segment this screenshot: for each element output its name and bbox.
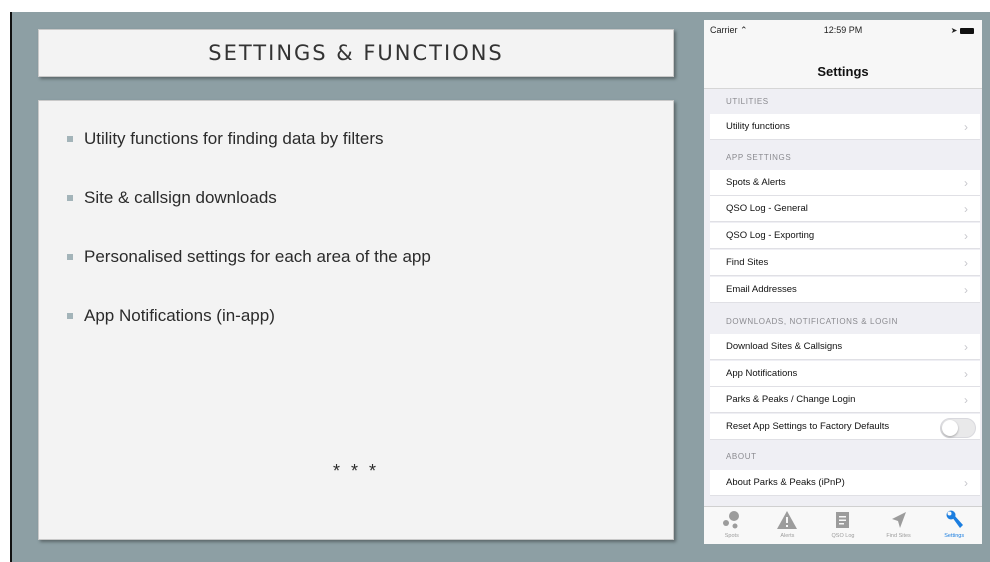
section-header-app-settings: APP SETTINGS (726, 153, 792, 162)
alert-triangle-icon (760, 510, 816, 530)
section-header-about: ABOUT (726, 452, 757, 461)
tab-bar: Spots Alerts QSO Log Find Sites Settings (704, 506, 982, 544)
settings-row-utility-functions[interactable]: Utility functions › (710, 114, 980, 140)
chevron-right-icon: › (964, 119, 968, 134)
bullet-text: Site & callsign downloads (84, 188, 277, 207)
battery-icon: ➤ (951, 25, 974, 35)
tab-find-sites[interactable]: Find Sites (871, 507, 927, 544)
nav-title: Settings (817, 64, 869, 79)
section-header-downloads: DOWNLOADS, NOTIFICATIONS & LOGIN (726, 317, 898, 326)
phone-screenshot: Carrier ⌃ 12:59 PM ➤ Settings UTILITIES … (704, 20, 982, 544)
title-box: SETTINGS & FUNCTIONS (38, 29, 674, 77)
bullet-marker (67, 254, 73, 260)
bullet-text: Personalised settings for each area of t… (84, 247, 431, 266)
content-box: Utility functions for finding data by fi… (38, 100, 674, 540)
bullet-marker (67, 136, 73, 142)
settings-row-reset-defaults: Reset App Settings to Factory Defaults (710, 414, 980, 440)
settings-row-find-sites[interactable]: Find Sites › (710, 250, 980, 276)
tab-alerts[interactable]: Alerts (760, 507, 816, 544)
settings-row-app-notifications[interactable]: App Notifications › (710, 361, 980, 387)
chevron-right-icon: › (964, 201, 968, 216)
navigation-bar: Carrier ⌃ 12:59 PM ➤ Settings (704, 20, 982, 89)
section-header-utilities: UTILITIES (726, 97, 769, 106)
tab-spots[interactable]: Spots (704, 507, 760, 544)
chevron-right-icon: › (964, 392, 968, 407)
settings-row-qso-log-exporting[interactable]: QSO Log - Exporting › (710, 223, 980, 249)
bullet-item: Utility functions for finding data by fi… (67, 129, 384, 149)
bullet-item: Site & callsign downloads (67, 188, 277, 208)
settings-row-download-sites[interactable]: Download Sites & Callsigns › (710, 334, 980, 360)
log-icon (815, 510, 871, 530)
bullet-item: Personalised settings for each area of t… (67, 247, 431, 267)
settings-row-change-login[interactable]: Parks & Peaks / Change Login › (710, 387, 980, 413)
bullet-marker (67, 313, 73, 319)
status-bar: Carrier ⌃ 12:59 PM ➤ (704, 20, 982, 38)
settings-row-qso-log-general[interactable]: QSO Log - General › (710, 196, 980, 222)
wrench-icon (926, 510, 982, 530)
settings-row-email-addresses[interactable]: Email Addresses › (710, 277, 980, 303)
tab-settings[interactable]: Settings (926, 507, 982, 544)
chevron-right-icon: › (964, 366, 968, 381)
toggle-knob (942, 420, 958, 436)
location-arrow-icon (871, 510, 927, 530)
status-time: 12:59 PM (823, 25, 863, 35)
bullet-marker (67, 195, 73, 201)
bullet-text: Utility functions for finding data by fi… (84, 129, 384, 148)
bullet-text: App Notifications (in-app) (84, 306, 275, 325)
chevron-right-icon: › (964, 282, 968, 297)
slide-edge (10, 12, 12, 562)
location-icon: ➤ (950, 26, 958, 35)
settings-row-spots-alerts[interactable]: Spots & Alerts › (710, 170, 980, 196)
chevron-right-icon: › (964, 228, 968, 243)
tab-qso-log[interactable]: QSO Log (815, 507, 871, 544)
chevron-right-icon: › (964, 475, 968, 490)
chevron-right-icon: › (964, 175, 968, 190)
section-divider-stars: * * * (332, 461, 380, 481)
chevron-right-icon: › (964, 339, 968, 354)
bullet-item: App Notifications (in-app) (67, 306, 275, 326)
settings-row-about[interactable]: About Parks & Peaks (iPnP) › (710, 470, 980, 496)
reset-defaults-toggle[interactable] (940, 418, 976, 438)
slide-title: SETTINGS & FUNCTIONS (208, 41, 504, 65)
chevron-right-icon: › (964, 255, 968, 270)
spots-icon (704, 510, 760, 530)
